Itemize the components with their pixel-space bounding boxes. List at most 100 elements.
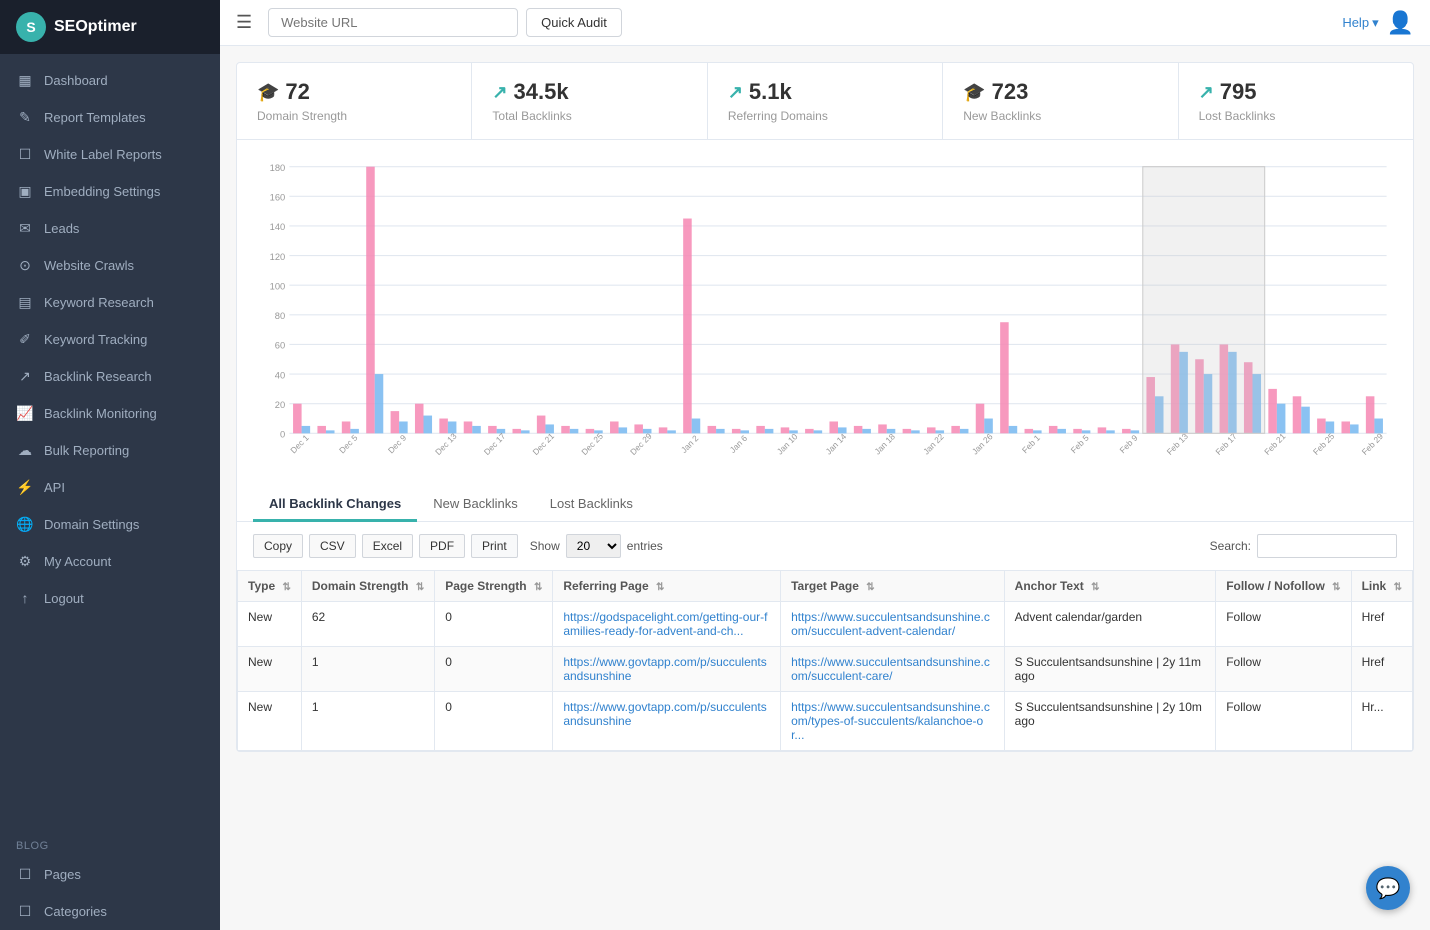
user-icon[interactable]: 👤 — [1387, 10, 1414, 36]
domain-strength-cell: 1 — [312, 655, 319, 669]
lost-backlinks-label: Lost Backlinks — [1199, 109, 1393, 123]
sidebar-item-dashboard[interactable]: ▦Dashboard — [0, 62, 220, 99]
chat-bubble[interactable]: 💬 — [1366, 866, 1410, 910]
domain-strength-icon: 🎓 — [257, 82, 279, 103]
th-target-page[interactable]: Target Page ⇅ — [781, 571, 1005, 602]
referring-domains-label: Referring Domains — [728, 109, 922, 123]
sort-icon-anchor-text: ⇅ — [1091, 582, 1099, 593]
target-page-link[interactable]: https://www.succulentsandsunshine.com/su… — [791, 655, 994, 683]
content-area: 🎓 72 Domain Strength ↗ 34.5k Total Backl… — [220, 46, 1430, 930]
logo-icon: S — [16, 12, 46, 42]
svg-text:Jan 10: Jan 10 — [775, 431, 800, 456]
sidebar-item-logout[interactable]: ↑Logout — [0, 580, 220, 616]
referring-page-link[interactable]: https://godspacelight.com/getting-our-fa… — [563, 610, 770, 638]
anchor-text-cell: S Succulentsandsunshine | 2y 11m ago — [1015, 655, 1201, 683]
white-label-reports-icon: ☐ — [16, 146, 34, 163]
excel-button[interactable]: Excel — [362, 534, 413, 558]
tab-new-backlinks[interactable]: New Backlinks — [417, 488, 534, 522]
th-domain-strength[interactable]: Domain Strength ⇅ — [301, 571, 434, 602]
sidebar-item-website-crawls[interactable]: ⊙Website Crawls — [0, 247, 220, 284]
th-follow-nofollow[interactable]: Follow / Nofollow ⇅ — [1216, 571, 1351, 602]
quick-audit-button[interactable]: Quick Audit — [526, 8, 622, 37]
referring-page-link[interactable]: https://www.govtapp.com/p/succulentsands… — [563, 655, 770, 683]
new-backlinks-label: New Backlinks — [963, 109, 1157, 123]
backlink-chart: 020406080100120140160180Dec 1Dec 5Dec 9D… — [253, 156, 1397, 476]
anchor-text-cell: S Succulentsandsunshine | 2y 10m ago — [1015, 700, 1202, 728]
stat-total-backlinks: ↗ 34.5k Total Backlinks — [472, 63, 707, 139]
referring-page-link[interactable]: https://www.govtapp.com/p/succulentsands… — [563, 700, 770, 728]
sidebar-item-keyword-tracking[interactable]: ✐Keyword Tracking — [0, 321, 220, 358]
sidebar-nav: ▦Dashboard✎Report Templates ☐ White Label … — [0, 54, 220, 828]
svg-text:Jan 2: Jan 2 — [679, 433, 701, 455]
sidebar-label-website-crawls: Website Crawls — [44, 258, 134, 273]
link-cell: Href — [1362, 655, 1385, 669]
svg-text:180: 180 — [270, 163, 286, 174]
follow-cell: Follow — [1226, 655, 1261, 669]
svg-text:Dec 5: Dec 5 — [337, 432, 360, 455]
categories-icon: ☐ — [16, 903, 34, 920]
th-page-strength[interactable]: Page Strength ⇅ — [435, 571, 553, 602]
sidebar-item-report-templates[interactable]: ✎Report Templates — [0, 99, 220, 136]
app-name: SEOptimer — [54, 18, 137, 36]
sidebar-label-backlink-monitoring: Backlink Monitoring — [44, 406, 157, 421]
sidebar-item-keyword-research[interactable]: ▤Keyword Research — [0, 284, 220, 321]
sidebar-item-bulk-reporting[interactable]: ☁Bulk Reporting — [0, 432, 220, 469]
sidebar-item-categories[interactable]: ☐Categories — [0, 893, 220, 930]
url-input[interactable] — [268, 8, 518, 37]
target-page-link[interactable]: https://www.succulentsandsunshine.com/ty… — [791, 700, 994, 742]
sort-icon-referring-page: ⇅ — [656, 582, 664, 593]
sidebar-label-my-account: My Account — [44, 554, 111, 569]
sidebar-item-pages[interactable]: ☐Pages — [0, 856, 220, 893]
th-type[interactable]: Type ⇅ — [238, 571, 302, 602]
blog-nav: ☐Pages☐Categories — [0, 856, 220, 930]
sidebar-label-white-label-reports: White Label Reports — [44, 147, 162, 162]
show-label: Show — [530, 539, 560, 553]
svg-text:Dec 9: Dec 9 — [386, 432, 409, 455]
type-cell: New — [248, 700, 272, 714]
lost-backlinks-value: 795 — [1220, 79, 1257, 105]
stat-domain-strength: 🎓 72 Domain Strength — [237, 63, 472, 139]
sidebar-item-backlink-research[interactable]: ↗Backlink Research — [0, 358, 220, 395]
target-page-link[interactable]: https://www.succulentsandsunshine.com/su… — [791, 610, 994, 638]
copy-button[interactable]: Copy — [253, 534, 303, 558]
backlink-monitoring-icon: 📈 — [16, 405, 34, 422]
link-cell: Hr... — [1362, 700, 1384, 714]
sidebar-item-api[interactable]: ⚡API — [0, 469, 220, 506]
tab-all-backlink-changes[interactable]: All Backlink Changes — [253, 488, 417, 522]
keyword-tracking-icon: ✐ — [16, 331, 34, 348]
tab-lost-backlinks[interactable]: Lost Backlinks — [534, 488, 649, 522]
sidebar-label-leads: Leads — [44, 221, 79, 236]
sidebar-label-domain-settings: Domain Settings — [44, 517, 139, 532]
sidebar-item-white-label-reports[interactable]: ☐ White Label Reports — [0, 136, 220, 173]
logo[interactable]: S SEOptimer — [0, 0, 220, 54]
sort-icon-link: ⇅ — [1394, 582, 1402, 593]
stats-row: 🎓 72 Domain Strength ↗ 34.5k Total Backl… — [237, 63, 1413, 140]
sidebar-item-embedding-settings[interactable]: ▣Embedding Settings — [0, 173, 220, 210]
stat-lost-backlinks: ↗ 795 Lost Backlinks — [1179, 63, 1413, 139]
follow-cell: Follow — [1226, 610, 1261, 624]
domain-strength-cell: 1 — [312, 700, 319, 714]
help-button[interactable]: Help ▾ — [1342, 15, 1378, 31]
entries-select[interactable]: 2050100 — [566, 534, 621, 558]
svg-text:Feb 21: Feb 21 — [1262, 431, 1287, 457]
th-anchor-text[interactable]: Anchor Text ⇅ — [1004, 571, 1216, 602]
svg-text:Jan 6: Jan 6 — [728, 433, 750, 455]
th-referring-page[interactable]: Referring Page ⇅ — [553, 571, 781, 602]
hamburger-icon[interactable]: ☰ — [236, 12, 252, 33]
sidebar-item-my-account[interactable]: ⚙My Account — [0, 543, 220, 580]
th-link[interactable]: Link ⇅ — [1351, 571, 1412, 602]
table-search-input[interactable] — [1257, 534, 1397, 558]
sidebar-item-domain-settings[interactable]: 🌐Domain Settings — [0, 506, 220, 543]
sidebar-item-leads[interactable]: ✉Leads — [0, 210, 220, 247]
svg-text:120: 120 — [270, 252, 286, 263]
svg-text:Feb 17: Feb 17 — [1213, 431, 1238, 457]
backlinks-table: Type ⇅Domain Strength ⇅Page Strength ⇅Re… — [237, 570, 1413, 751]
print-button[interactable]: Print — [471, 534, 518, 558]
table-row: New10https://www.govtapp.com/p/succulent… — [238, 692, 1413, 751]
sidebar-item-backlink-monitoring[interactable]: 📈 Backlink Monitoring — [0, 395, 220, 432]
csv-button[interactable]: CSV — [309, 534, 356, 558]
pdf-button[interactable]: PDF — [419, 534, 465, 558]
svg-text:Jan 22: Jan 22 — [921, 431, 946, 456]
type-cell: New — [248, 610, 272, 624]
stat-referring-domains: ↗ 5.1k Referring Domains — [708, 63, 943, 139]
